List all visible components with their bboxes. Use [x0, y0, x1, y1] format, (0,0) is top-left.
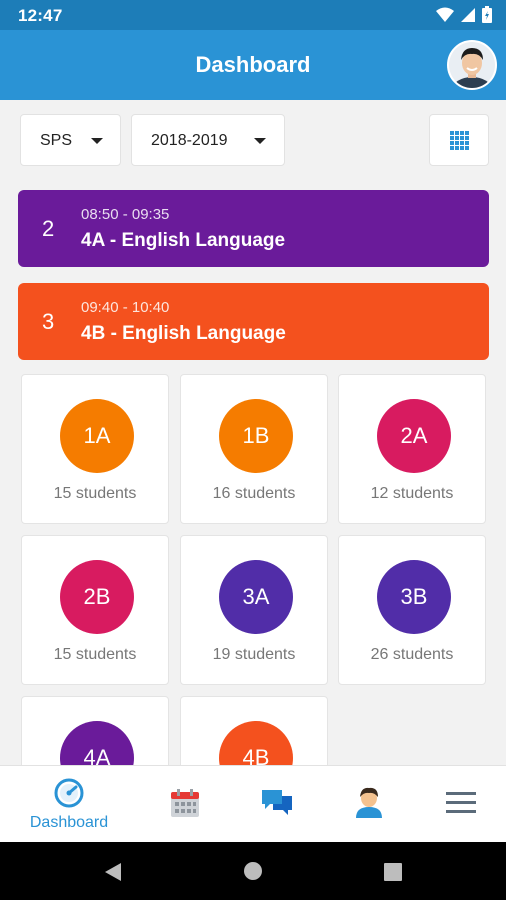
- menu-icon: [446, 792, 476, 813]
- class-badge: 2B: [60, 560, 134, 634]
- class-badge: 1A: [60, 399, 134, 473]
- student-count: 12 students: [370, 485, 454, 502]
- lesson-card[interactable]: 2 08:50 - 09:35 4A - English Language: [18, 190, 489, 267]
- dashboard-gauge-icon: [54, 778, 84, 808]
- lesson-time: 08:50 - 09:35: [81, 206, 170, 223]
- student-count: 15 students: [53, 646, 137, 663]
- recents-icon[interactable]: [384, 863, 402, 881]
- year-select-value: 2018-2019: [151, 132, 228, 149]
- profile-icon: [356, 787, 382, 818]
- page-title: Dashboard: [195, 52, 311, 77]
- class-badge: 1B: [219, 399, 293, 473]
- student-count: 16 students: [212, 485, 296, 502]
- class-badge: 3B: [377, 560, 451, 634]
- calendar-icon: [171, 789, 199, 817]
- lesson-subject: 4A - English Language: [81, 230, 286, 251]
- wifi-icon: [436, 7, 454, 22]
- class-card[interactable]: 2B 15 students: [21, 535, 169, 685]
- bottom-navigation: Dashboard: [0, 765, 506, 842]
- lesson-time: 09:40 - 10:40: [81, 299, 170, 316]
- chat-icon: [262, 790, 292, 815]
- class-card[interactable]: 2A 12 students: [338, 374, 486, 524]
- user-avatar-button[interactable]: [447, 40, 497, 90]
- year-select[interactable]: 2018-2019: [131, 114, 285, 166]
- app-bar: Dashboard: [0, 30, 506, 100]
- student-count: 15 students: [53, 485, 137, 502]
- nav-menu[interactable]: [426, 766, 496, 843]
- nav-messages[interactable]: [242, 766, 312, 843]
- lesson-subject: 4B - English Language: [81, 323, 286, 344]
- status-icons: [436, 6, 492, 23]
- grid-view-button[interactable]: [429, 114, 489, 166]
- avatar-icon: [449, 42, 495, 88]
- signal-icon: [461, 7, 475, 22]
- nav-dashboard[interactable]: Dashboard: [18, 766, 120, 843]
- system-navigation-bar: [0, 842, 506, 900]
- nav-calendar[interactable]: [150, 766, 220, 843]
- home-icon[interactable]: [243, 861, 263, 881]
- student-count: 19 students: [212, 646, 296, 663]
- back-icon[interactable]: [103, 862, 123, 882]
- school-select[interactable]: SPS: [20, 114, 121, 166]
- chevron-down-icon: [91, 138, 103, 144]
- nav-dashboard-label: Dashboard: [29, 814, 109, 831]
- school-select-value: SPS: [40, 132, 73, 149]
- student-count: 26 students: [370, 646, 454, 663]
- lesson-card[interactable]: 3 09:40 - 10:40 4B - English Language: [18, 283, 489, 360]
- battery-icon: [482, 6, 492, 23]
- class-badge: 2A: [377, 399, 451, 473]
- status-time: 12:47: [18, 6, 63, 25]
- chevron-down-icon: [254, 138, 266, 144]
- class-card[interactable]: 1A 15 students: [21, 374, 169, 524]
- lesson-period: 2: [42, 216, 55, 241]
- class-card[interactable]: 3A 19 students: [180, 535, 328, 685]
- class-card[interactable]: 3B 26 students: [338, 535, 486, 685]
- status-bar: 12:47: [0, 0, 506, 30]
- class-card[interactable]: 1B 16 students: [180, 374, 328, 524]
- class-badge: 3A: [219, 560, 293, 634]
- grid-icon: [450, 131, 469, 150]
- lesson-period: 3: [42, 309, 55, 334]
- nav-profile[interactable]: [334, 766, 404, 843]
